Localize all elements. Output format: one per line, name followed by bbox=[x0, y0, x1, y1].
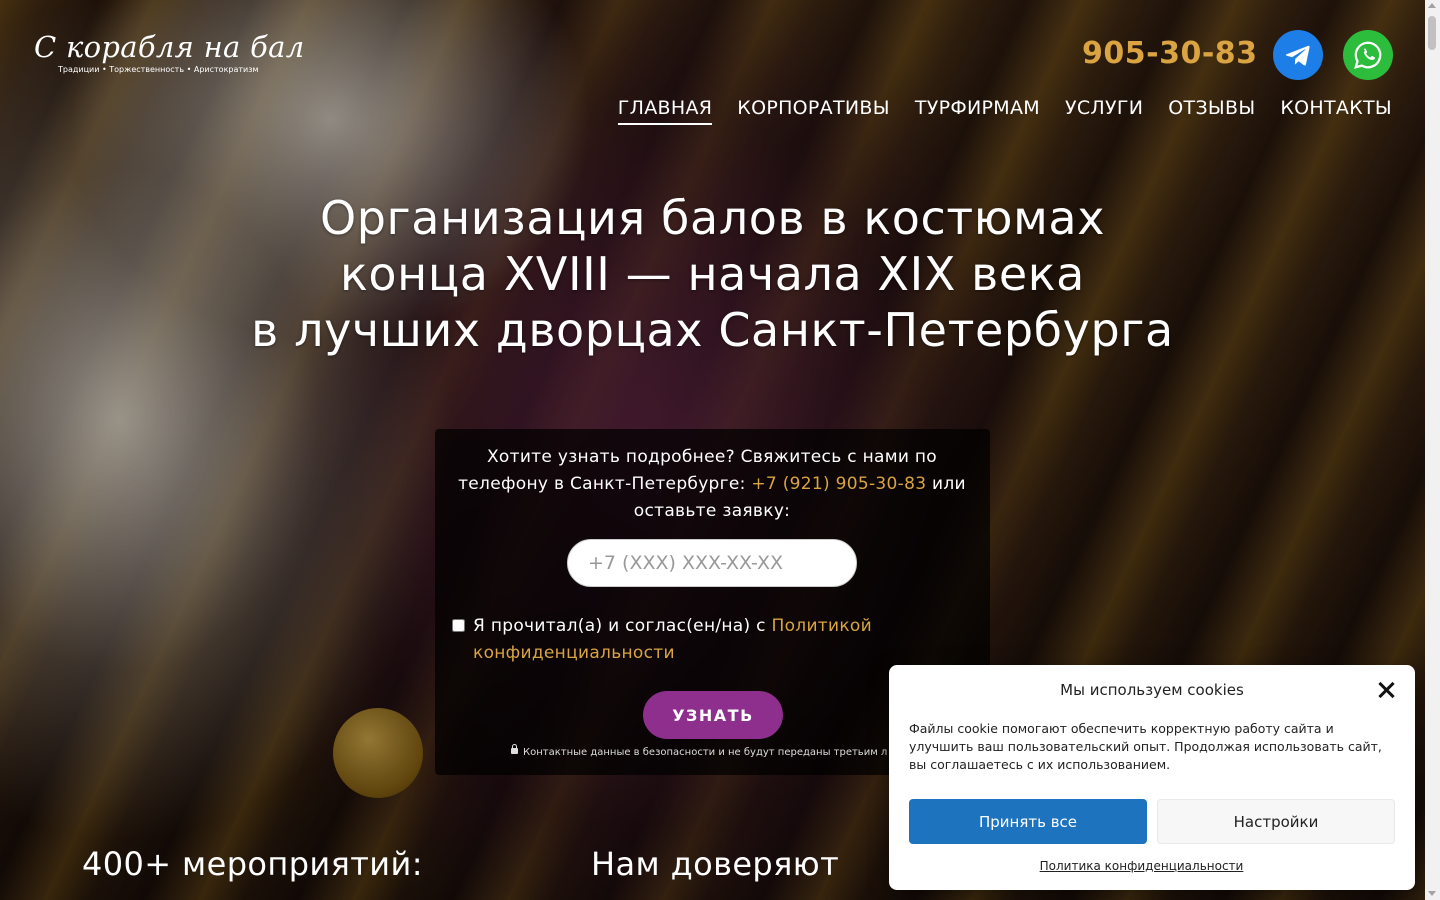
submit-button[interactable]: УЗНАТЬ bbox=[643, 691, 783, 739]
nav-item-travel-agencies[interactable]: ТУРФИРМАМ bbox=[915, 97, 1040, 125]
nav-item-home[interactable]: ГЛАВНАЯ bbox=[617, 97, 713, 125]
cookie-policy-link[interactable]: Политика конфиденциальности bbox=[889, 859, 1394, 873]
close-icon[interactable] bbox=[1377, 681, 1395, 699]
phone-input[interactable] bbox=[567, 539, 857, 587]
nav-item-contacts[interactable]: КОНТАКТЫ bbox=[1280, 97, 1392, 125]
cookie-text: Файлы cookie помогают обеспечить коррект… bbox=[909, 721, 1382, 772]
hero-headline-line: конца XVIII — начала XIX века bbox=[340, 247, 1085, 301]
whatsapp-icon bbox=[1354, 41, 1382, 69]
site-logo[interactable]: С корабля на бал Традиции • Торжественно… bbox=[34, 30, 305, 74]
events-heading: 400+ мероприятий: bbox=[82, 845, 423, 883]
main-nav: ГЛАВНАЯ КОРПОРАТИВЫ ТУРФИРМАМ УСЛУГИ ОТЗ… bbox=[617, 97, 1392, 125]
cookie-title: Мы используем cookies bbox=[1060, 681, 1244, 699]
form-phone-link[interactable]: +7 (921) 905-30-83 bbox=[751, 474, 926, 494]
consent-label: Я прочитал(а) и соглас(ен/на) с Политико… bbox=[473, 613, 975, 667]
hero-headline-line: Организация балов в костюмах bbox=[319, 191, 1106, 245]
lock-icon bbox=[511, 744, 518, 754]
hero-headline-line: в лучших дворцах Санкт-Петербурга bbox=[251, 303, 1174, 357]
telegram-icon bbox=[1285, 45, 1310, 66]
form-intro: Хотите узнать подробнее? Свяжитесь с нам… bbox=[451, 444, 973, 525]
logo-title: С корабля на бал bbox=[34, 30, 305, 64]
secure-note-text: Контактные данные в безопасности и не бу… bbox=[523, 747, 888, 758]
accept-all-button[interactable]: Принять все bbox=[909, 799, 1147, 844]
consent-checkbox[interactable] bbox=[452, 619, 465, 632]
trust-heading: Нам доверяют bbox=[591, 845, 840, 883]
scroll-up-arrow[interactable] bbox=[1428, 3, 1436, 8]
cookie-settings-button[interactable]: Настройки bbox=[1157, 799, 1395, 844]
cookie-banner: Мы используем cookies Файлы cookie помог… bbox=[889, 665, 1415, 890]
scrollbar[interactable] bbox=[1425, 0, 1440, 900]
nav-item-reviews[interactable]: ОТЗЫВЫ bbox=[1168, 97, 1255, 125]
nav-item-corporate[interactable]: КОРПОРАТИВЫ bbox=[737, 97, 890, 125]
telegram-button[interactable] bbox=[1273, 30, 1323, 80]
whatsapp-button[interactable] bbox=[1343, 30, 1393, 80]
logo-tagline: Традиции • Торжественность • Аристократи… bbox=[58, 65, 259, 74]
secure-note: Контактные данные в безопасности и не бу… bbox=[511, 744, 888, 758]
scroll-down-arrow[interactable] bbox=[1428, 891, 1436, 896]
scroll-thumb[interactable] bbox=[1428, 16, 1436, 50]
consent-row: Я прочитал(а) и соглас(ен/на) с Политико… bbox=[450, 613, 975, 667]
hero-headline: Организация балов в костюмах конца XVIII… bbox=[200, 190, 1225, 358]
header-phone[interactable]: 905-30-83 bbox=[1082, 36, 1258, 71]
consent-text: Я прочитал(а) и соглас(ен/на) с bbox=[473, 616, 772, 636]
nav-item-services[interactable]: УСЛУГИ bbox=[1065, 97, 1143, 125]
